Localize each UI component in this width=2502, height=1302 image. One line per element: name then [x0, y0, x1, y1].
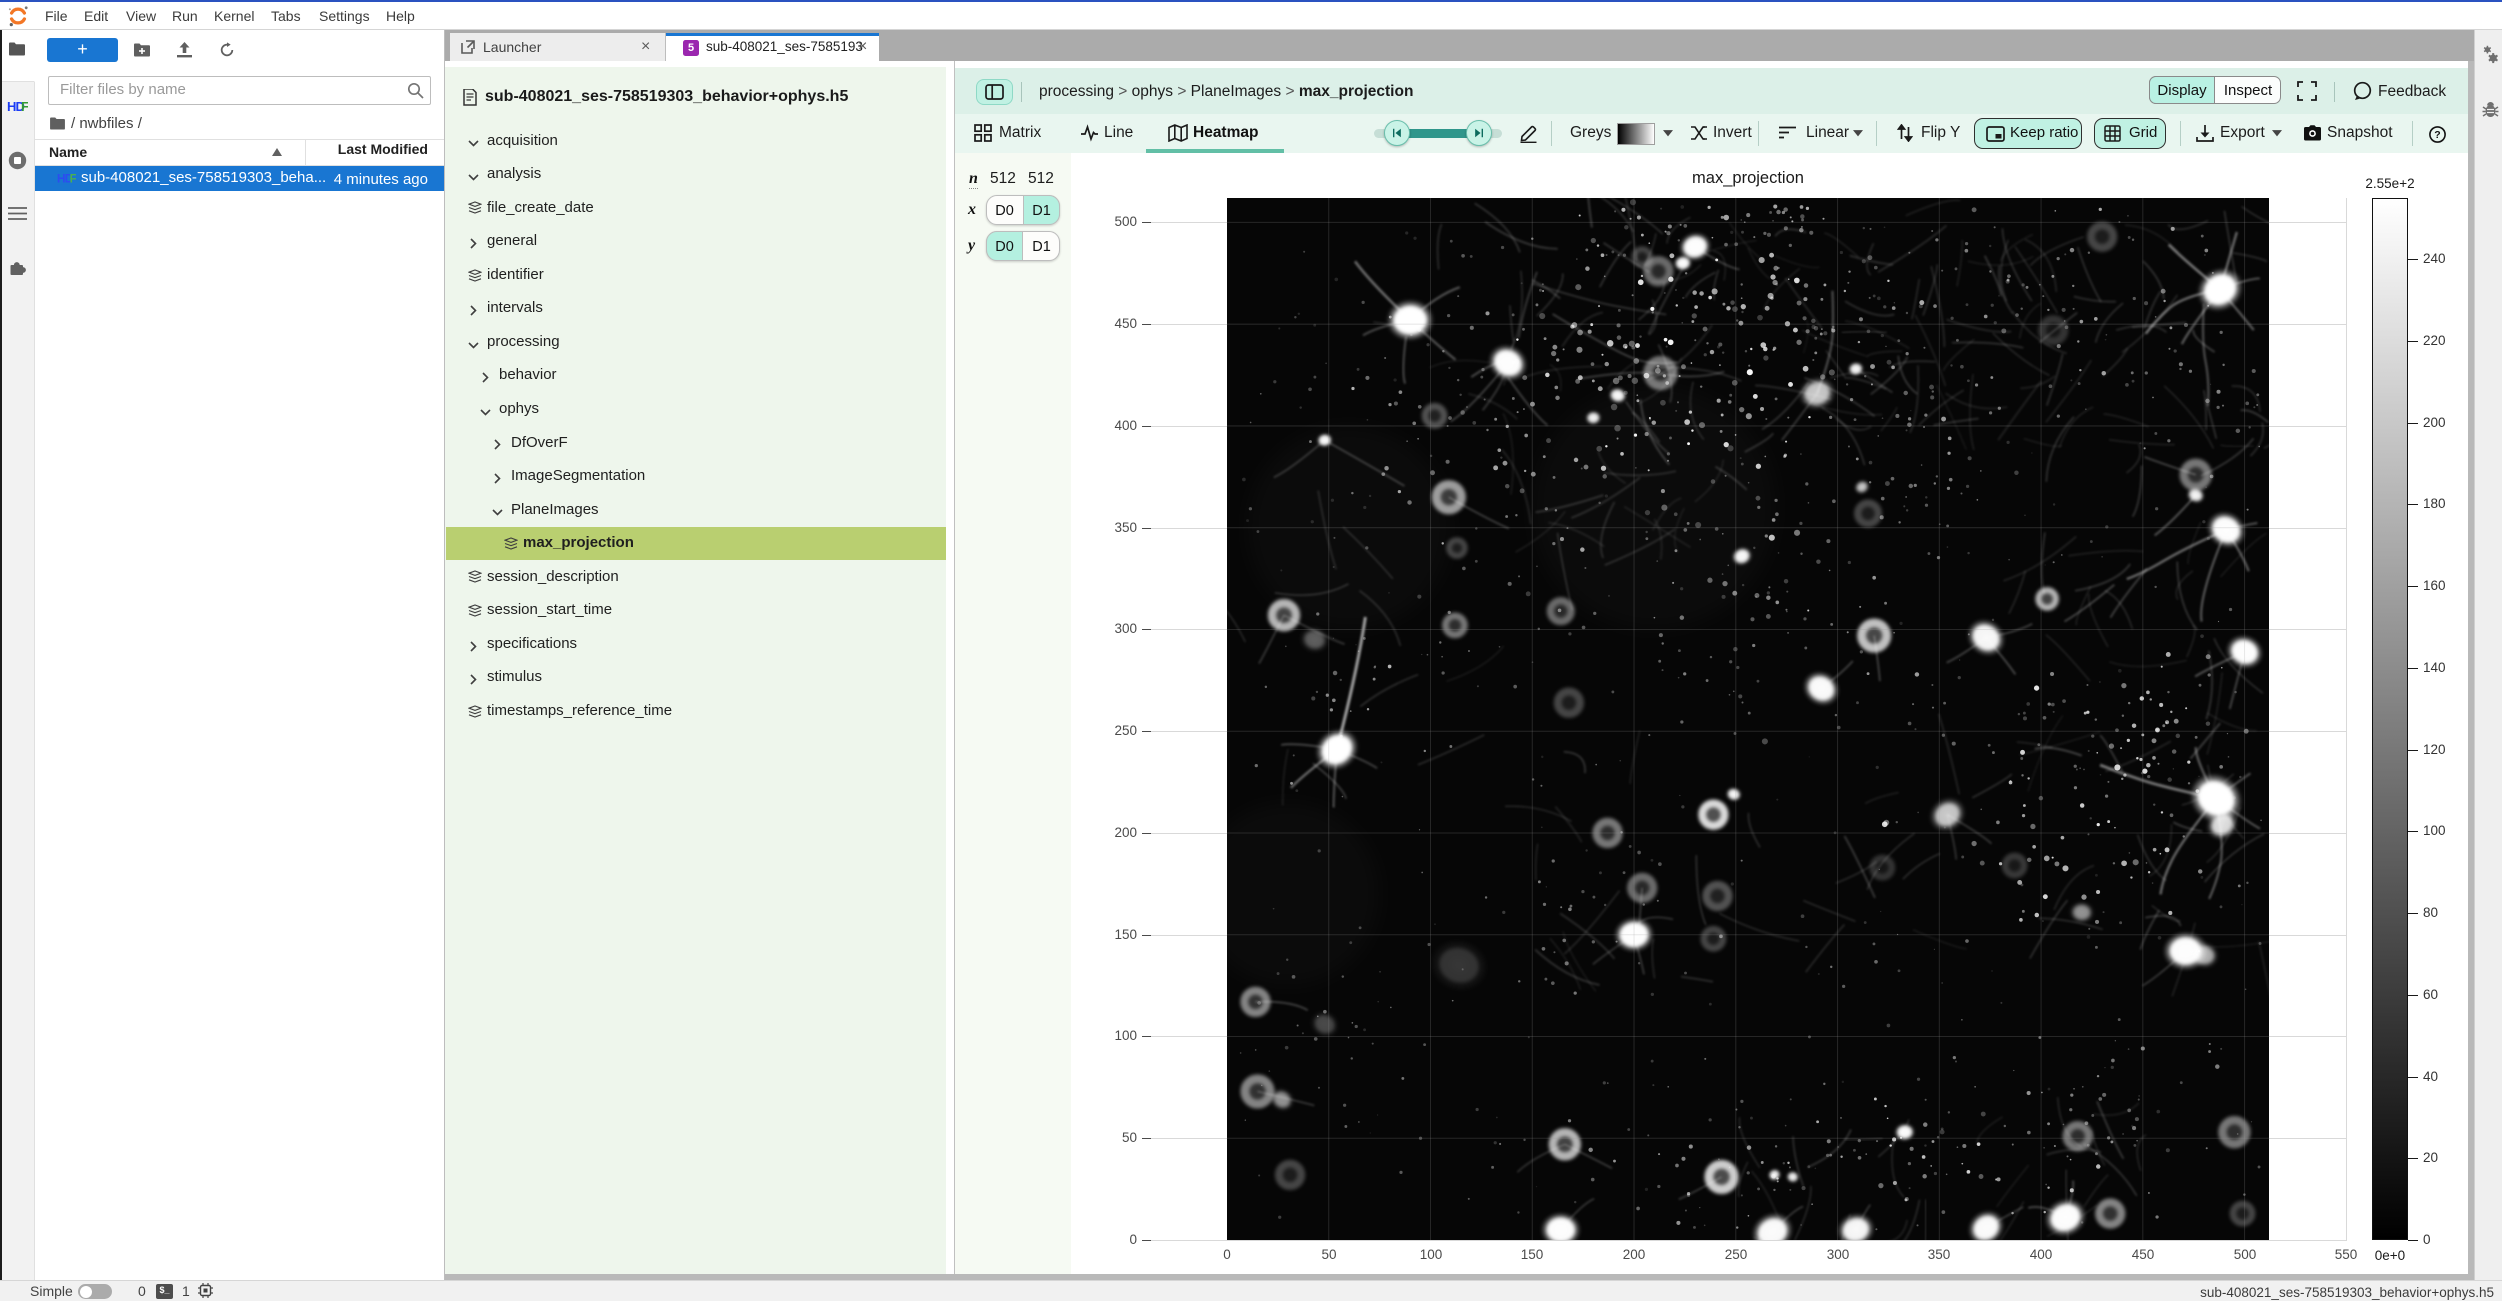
svg-text:H: H: [7, 99, 16, 113]
svg-text:H: H: [57, 173, 66, 186]
svg-text:F: F: [70, 173, 76, 186]
svg-text:?: ?: [2434, 129, 2440, 141]
svg-text:F: F: [21, 99, 28, 113]
